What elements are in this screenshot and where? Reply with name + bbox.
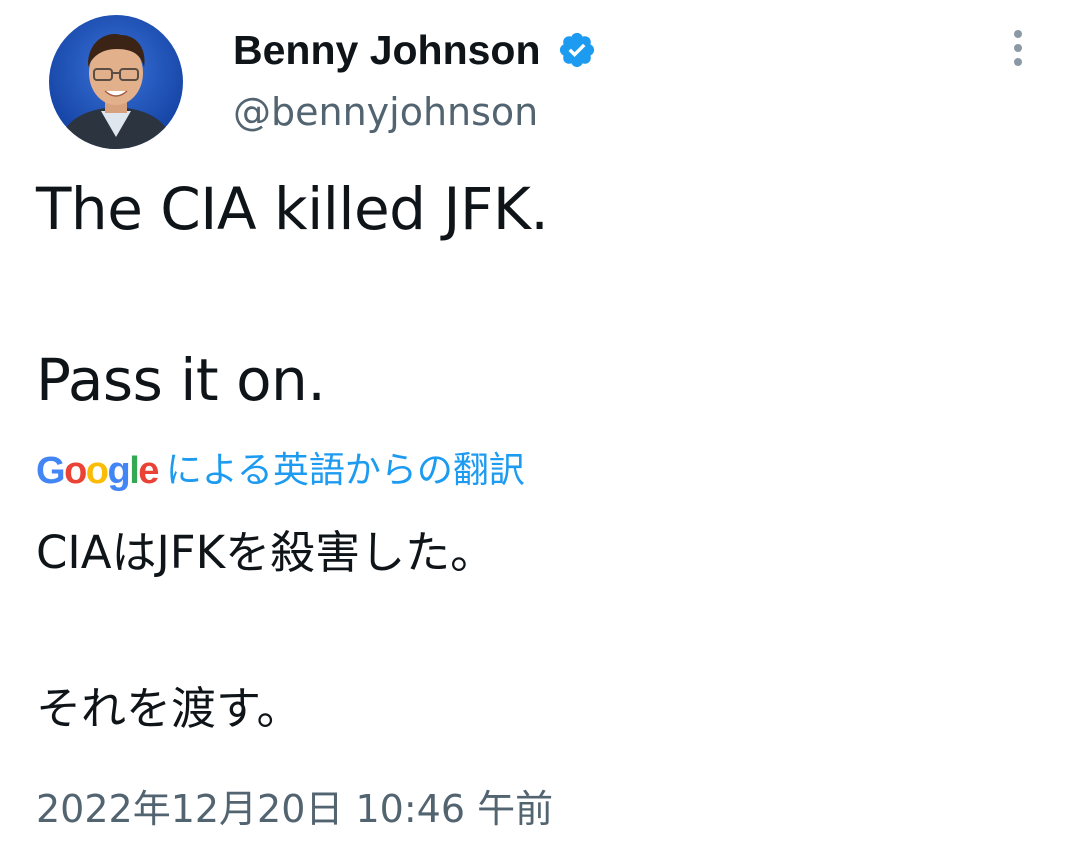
author-avatar[interactable] (49, 15, 183, 149)
author-name-row: Benny Johnson (233, 24, 597, 76)
more-vertical-icon (1014, 30, 1022, 38)
tweet-text-line: Pass it on. (36, 346, 326, 414)
more-options-button[interactable] (996, 26, 1040, 70)
verified-badge-icon (559, 32, 594, 68)
author-display-name[interactable]: Benny Johnson (233, 24, 541, 76)
translated-text-line: CIAはJFKを殺害した。 (36, 526, 496, 579)
translated-text-line: それを渡す。 (36, 682, 302, 735)
more-vertical-icon-dot (1014, 58, 1022, 66)
translation-attribution-label: による英語からの翻訳 (165, 450, 525, 491)
author-info: Benny Johnson @bennyjohnson (233, 24, 597, 135)
profile-photo (49, 15, 183, 149)
author-handle[interactable]: @bennyjohnson (233, 89, 597, 135)
more-vertical-icon-dot (1014, 44, 1022, 52)
translation-attribution[interactable]: Google による英語からの翻訳 (36, 448, 525, 494)
google-logo: Google (36, 450, 159, 492)
tweet-text-line: The CIA killed JFK. (36, 175, 549, 243)
tweet-timestamp[interactable]: 2022年12月20日 10:46 午前 (36, 784, 553, 834)
